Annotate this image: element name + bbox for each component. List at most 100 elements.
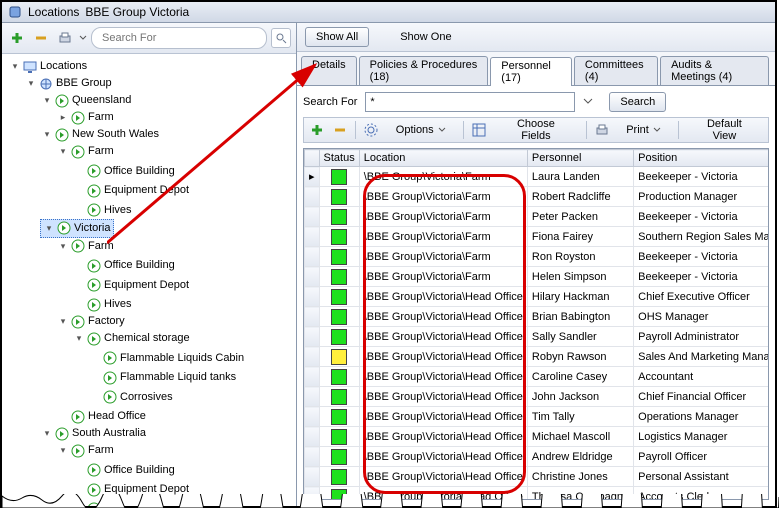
tree-item[interactable]: Hives [72, 501, 134, 507]
row-selector[interactable] [305, 327, 320, 347]
table-row[interactable]: \BBE Group\Victoria\Head OfficeCaroline … [305, 367, 770, 387]
row-selector[interactable] [305, 467, 320, 487]
tree-root[interactable]: ▾Locations [8, 58, 89, 75]
grid-add-button[interactable] [308, 120, 327, 140]
search-button[interactable]: Search [609, 92, 666, 112]
row-selector[interactable] [305, 287, 320, 307]
table-row[interactable]: \BBE Group\Victoria\Head OfficeAndrew El… [305, 447, 770, 467]
table-row[interactable]: \BBE Group\Victoria\Head OfficeHilary Ha… [305, 287, 770, 307]
toggle-icon[interactable]: ▸ [58, 109, 68, 126]
toggle-icon[interactable]: ▾ [58, 442, 68, 459]
grid[interactable]: StatusLocationPersonnelPosition ▸\BBE Gr… [303, 148, 769, 500]
toggle-icon[interactable]: ▾ [42, 425, 52, 442]
tree-item[interactable]: Equipment Depot [72, 481, 191, 498]
column-status[interactable]: Status [319, 150, 359, 167]
table-row[interactable]: \BBE Group\Victoria\Head OfficeSally San… [305, 327, 770, 347]
tree-item[interactable]: Office Building [72, 257, 177, 274]
table-row[interactable]: \BBE Group\Victoria\FarmFiona FaireySout… [305, 227, 770, 247]
tree-item[interactable]: Flammable Liquid tanks [88, 369, 238, 386]
tree-item[interactable]: Equipment Depot [72, 277, 191, 294]
tab-personnel[interactable]: Personnel (17) [490, 57, 572, 86]
tree-item[interactable]: ▸Farm [56, 109, 116, 126]
tree-region-south australia[interactable]: ▾South Australia [40, 425, 148, 442]
tree-region-queensland[interactable]: ▾Queensland [40, 92, 133, 109]
table-row[interactable]: \BBE Group\Victoria\FarmHelen SimpsonBee… [305, 267, 770, 287]
table-row[interactable]: \BBE Group\Victoria\Head OfficeTheresa C… [305, 487, 770, 501]
table-row[interactable]: \BBE Group\Victoria\Head OfficeTim Tally… [305, 407, 770, 427]
tab-details[interactable]: Details [301, 56, 357, 85]
tree-item[interactable]: Flammable Liquids Cabin [88, 350, 246, 367]
tree-item[interactable]: Hives [72, 296, 134, 313]
tree-item[interactable]: Head Office [56, 408, 148, 425]
toggle-icon[interactable]: ▾ [58, 143, 68, 160]
filter-dropdown-icon[interactable] [583, 96, 593, 109]
column-location[interactable]: Location [359, 150, 527, 167]
column-position[interactable]: Position [634, 150, 769, 167]
row-selector[interactable] [305, 427, 320, 447]
table-row[interactable]: \BBE Group\Victoria\Head OfficeBrian Bab… [305, 307, 770, 327]
print-dropdown-icon[interactable] [79, 28, 87, 48]
toggle-icon[interactable]: ▾ [74, 330, 84, 347]
table-row[interactable]: ▸\BBE Group\Victoria\FarmLaura LandenBee… [305, 167, 770, 187]
row-selector[interactable] [305, 407, 320, 427]
table-row[interactable]: \BBE Group\Victoria\FarmPeter PackenBeek… [305, 207, 770, 227]
toggle-icon[interactable]: ▾ [10, 58, 20, 75]
tree-item[interactable]: ▾Factory [56, 313, 127, 330]
tree-region-new south wales[interactable]: ▾New South Wales [40, 126, 161, 143]
tab-audits[interactable]: Audits & Meetings (4) [660, 56, 769, 85]
row-selector[interactable] [305, 347, 320, 367]
column-personnel[interactable]: Personnel [527, 150, 633, 167]
tree-item[interactable]: ▾Farm [56, 238, 116, 255]
toggle-icon[interactable]: ▾ [58, 313, 68, 330]
table-row[interactable]: \BBE Group\Victoria\Head OfficeChristine… [305, 467, 770, 487]
filter-input[interactable] [365, 92, 575, 112]
tab-policies[interactable]: Policies & Procedures (18) [359, 56, 489, 85]
toggle-icon[interactable]: ▾ [44, 220, 54, 237]
tree-item[interactable]: Hives [72, 202, 134, 219]
grid-print-button[interactable]: Print [615, 120, 672, 140]
row-selector[interactable] [305, 447, 320, 467]
sidebar-search-button[interactable] [271, 28, 291, 48]
row-selector[interactable] [305, 307, 320, 327]
toggle-icon[interactable]: ▾ [58, 238, 68, 255]
row-selector[interactable] [305, 367, 320, 387]
table-row[interactable]: \BBE Group\Victoria\FarmRon RoystonBeeke… [305, 247, 770, 267]
row-selector[interactable]: ▸ [305, 167, 320, 187]
sidebar-search[interactable] [91, 27, 267, 49]
grid-remove-button[interactable] [331, 120, 350, 140]
options-button[interactable]: Options [385, 120, 457, 140]
tree-item[interactable]: ▾Farm [56, 442, 116, 459]
locations-tree[interactable]: ▾Locations▾BBE Group▾Queensland▸Farm▾New… [2, 54, 296, 506]
show-one-button[interactable]: Show One [389, 27, 462, 47]
tree-group[interactable]: ▾BBE Group [24, 75, 114, 92]
table-row[interactable]: \BBE Group\Victoria\Head OfficeJohn Jack… [305, 387, 770, 407]
toggle-icon[interactable]: ▾ [26, 75, 36, 92]
sidebar-search-input[interactable] [100, 31, 262, 45]
show-all-button[interactable]: Show All [305, 27, 369, 47]
add-button[interactable] [7, 28, 27, 48]
row-selector[interactable] [305, 207, 320, 227]
row-selector[interactable] [305, 487, 320, 501]
row-selector[interactable] [305, 187, 320, 207]
tree-item[interactable]: ▾Chemical storage [72, 330, 192, 347]
view-dropdown[interactable]: Default View [685, 120, 764, 140]
row-selector[interactable] [305, 227, 320, 247]
table-row[interactable]: \BBE Group\Victoria\Head OfficeRobyn Raw… [305, 347, 770, 367]
tree-region-victoria[interactable]: ▾Victoria [40, 219, 114, 238]
tree-item[interactable]: Office Building [72, 163, 177, 180]
toggle-icon[interactable]: ▾ [42, 92, 52, 109]
tree-item[interactable]: ▾Farm [56, 143, 116, 160]
tree-item[interactable]: Equipment Depot [72, 182, 191, 199]
print-button[interactable] [55, 28, 75, 48]
tab-committees[interactable]: Committees (4) [574, 56, 658, 85]
row-selector[interactable] [305, 247, 320, 267]
remove-button[interactable] [31, 28, 51, 48]
tree-item[interactable]: Office Building [72, 462, 177, 479]
table-row[interactable]: \BBE Group\Victoria\FarmRobert Radcliffe… [305, 187, 770, 207]
table-row[interactable]: \BBE Group\Victoria\Head OfficeMichael M… [305, 427, 770, 447]
tree-item[interactable]: Corrosives [88, 389, 175, 406]
row-selector[interactable] [305, 267, 320, 287]
choose-fields-button[interactable]: Choose Fields [492, 120, 579, 140]
toggle-icon[interactable]: ▾ [42, 126, 52, 143]
row-selector[interactable] [305, 387, 320, 407]
